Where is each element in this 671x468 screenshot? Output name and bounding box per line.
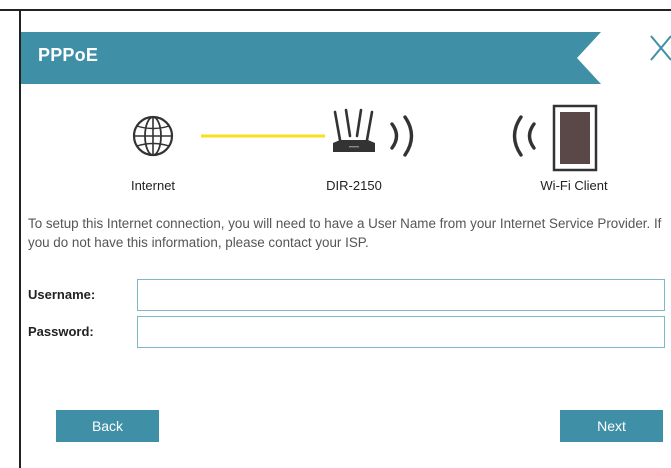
router-icon: [333, 108, 375, 152]
next-button[interactable]: Next: [560, 410, 663, 442]
router-signal-icon: [390, 115, 414, 157]
username-input[interactable]: [137, 279, 665, 311]
setup-description: To setup this Internet connection, you w…: [28, 216, 662, 250]
password-input[interactable]: [137, 316, 665, 348]
back-button[interactable]: Back: [56, 410, 159, 442]
network-diagram: [132, 104, 598, 172]
password-label: Password:: [28, 324, 94, 339]
username-label: Username:: [28, 287, 96, 302]
router-label: DIR-2150: [326, 178, 382, 193]
internet-label: Internet: [130, 178, 176, 193]
tablet-icon: [552, 104, 598, 172]
client-signal-icon: [512, 115, 536, 157]
globe-icon: [132, 115, 174, 157]
client-label: Wi-Fi Client: [540, 178, 608, 193]
